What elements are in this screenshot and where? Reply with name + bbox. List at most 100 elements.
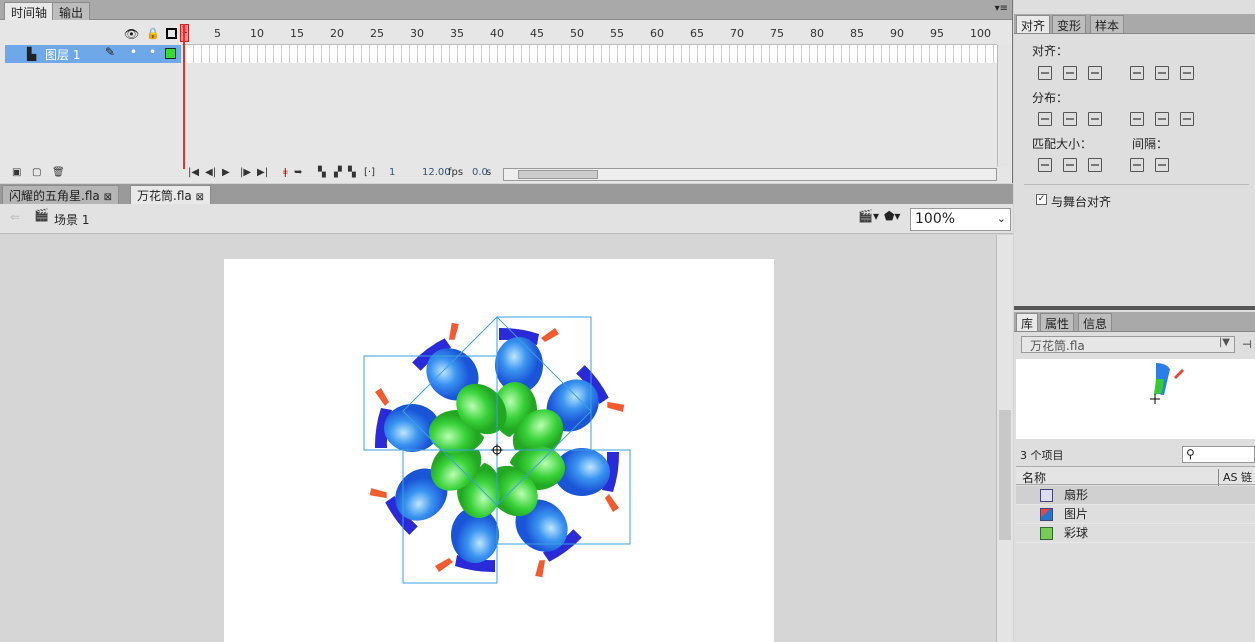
ruler-tick: 30 bbox=[410, 27, 424, 40]
tab-timeline[interactable]: 时间轴 bbox=[4, 2, 55, 20]
ruler-tick: 15 bbox=[290, 27, 304, 40]
tab-info[interactable]: 信息 bbox=[1078, 313, 1113, 331]
timeline-hscroll[interactable] bbox=[503, 168, 997, 181]
panel-divider[interactable] bbox=[1014, 306, 1255, 310]
library-header: 名称 AS 链接 bbox=[1016, 466, 1255, 501]
onion-outline-icon[interactable]: ▞ bbox=[334, 167, 342, 178]
doc-tab-label: 万花筒.fla bbox=[137, 189, 192, 203]
outline-icon[interactable] bbox=[166, 28, 177, 39]
tab-properties[interactable]: 属性 bbox=[1040, 313, 1075, 331]
timeline-vscroll[interactable] bbox=[997, 45, 1012, 167]
tab-library[interactable]: 库 bbox=[1016, 313, 1039, 331]
chevron-down-icon: |▼ bbox=[1218, 337, 1230, 348]
align-bottom-icon[interactable] bbox=[1180, 66, 1194, 80]
prev-frame-icon[interactable]: ◀| bbox=[205, 167, 216, 178]
frame-grid[interactable] bbox=[186, 45, 997, 63]
distribute-left-icon[interactable] bbox=[1130, 112, 1144, 126]
loop-icon[interactable]: ➥ bbox=[294, 167, 302, 178]
new-layer-icon[interactable]: ▣ bbox=[12, 167, 21, 178]
edit-scene-icon[interactable]: 🎬▾ bbox=[858, 209, 879, 223]
column-name[interactable]: 名称 bbox=[1022, 469, 1046, 486]
layer-color-box[interactable] bbox=[165, 48, 176, 59]
edit-multiple-icon[interactable]: ▚ bbox=[348, 167, 356, 178]
edit-symbols-icon[interactable]: ⬟▾ bbox=[884, 209, 900, 223]
align-vcenter-icon[interactable] bbox=[1155, 66, 1169, 80]
tab-align[interactable]: 对齐 bbox=[1016, 15, 1051, 33]
play-icon[interactable]: ▶ bbox=[222, 167, 230, 178]
ruler-tick: 50 bbox=[570, 27, 584, 40]
current-frame[interactable]: 1 bbox=[389, 167, 395, 178]
scene-icon: 🎬 bbox=[34, 208, 49, 222]
library-document: 万花筒.fla bbox=[1030, 339, 1085, 353]
divider bbox=[1024, 184, 1249, 185]
ruler-tick: 70 bbox=[730, 27, 744, 40]
stage-vscroll[interactable] bbox=[996, 235, 1013, 642]
ruler-tick: 75 bbox=[770, 27, 784, 40]
layer-row[interactable]: ▙ 图层 1 ✎ • • bbox=[5, 45, 181, 63]
distribute-bottom-icon[interactable] bbox=[1088, 112, 1102, 126]
library-search-input[interactable]: ⚲ bbox=[1182, 446, 1255, 463]
visible-dot[interactable]: • bbox=[130, 45, 137, 59]
graphic-icon bbox=[1040, 489, 1053, 502]
back-arrow-icon[interactable]: ⇐ bbox=[10, 210, 20, 224]
library-item[interactable]: 扇形 bbox=[1016, 486, 1255, 505]
delete-icon[interactable]: 🗑 bbox=[52, 167, 65, 178]
next-frame-icon[interactable]: |▶ bbox=[240, 167, 251, 178]
lock-icon[interactable]: 🔒 bbox=[146, 27, 160, 40]
fps-value[interactable]: 12.00 bbox=[422, 167, 451, 178]
match-width-icon[interactable] bbox=[1038, 158, 1052, 172]
vscroll-thumb[interactable] bbox=[999, 410, 1011, 540]
zoom-select[interactable]: 100% ⌄ bbox=[910, 208, 1011, 231]
space-vertical-icon[interactable] bbox=[1130, 158, 1144, 172]
pencil-icon: ✎ bbox=[105, 45, 116, 59]
chevron-down-icon: ⌄ bbox=[996, 212, 1006, 225]
library-item[interactable]: 彩球 bbox=[1016, 524, 1255, 543]
distribute-top-icon[interactable] bbox=[1038, 112, 1052, 126]
library-item[interactable]: 图片 bbox=[1016, 505, 1255, 524]
close-icon[interactable]: ⊠ bbox=[196, 192, 204, 203]
align-tabbar: 对齐 变形 样本 bbox=[1014, 14, 1255, 34]
panel-menu-icon[interactable]: ▾≡ bbox=[995, 3, 1008, 14]
tab-transform[interactable]: 变形 bbox=[1052, 15, 1087, 33]
doc-tab-kaleidoscope[interactable]: 万花筒.fla ⊠ bbox=[130, 185, 211, 204]
zoom-value: 100% bbox=[915, 211, 956, 227]
align-right-icon[interactable] bbox=[1088, 66, 1102, 80]
distribute-buttons bbox=[1038, 112, 1205, 129]
distribute-vcenter-icon[interactable] bbox=[1063, 112, 1077, 126]
timeline-tabbar: 时间轴 输出 ▾≡ bbox=[0, 0, 1012, 20]
movieclip-icon bbox=[1040, 527, 1053, 540]
distribute-right-icon[interactable] bbox=[1180, 112, 1194, 126]
center-frame-icon[interactable]: ǂ bbox=[283, 167, 288, 178]
doc-tab-star[interactable]: 闪耀的五角星.fla ⊠ bbox=[2, 185, 119, 204]
match-both-icon[interactable] bbox=[1088, 158, 1102, 172]
layer-name[interactable]: 图层 1 bbox=[45, 46, 80, 63]
align-left-icon[interactable] bbox=[1038, 66, 1052, 80]
ruler-tick: 45 bbox=[530, 27, 544, 40]
ruler-tick: 60 bbox=[650, 27, 664, 40]
new-folder-icon[interactable]: ▢ bbox=[32, 167, 41, 178]
modify-markers-icon[interactable]: [·] bbox=[364, 167, 375, 178]
fps-unit: fps bbox=[448, 167, 464, 178]
tab-output[interactable]: 输出 bbox=[52, 2, 91, 20]
frame-ruler[interactable]: 5 10 15 20 25 30 35 40 45 50 55 60 65 70 75 80 85 90 95 100 bbox=[182, 24, 997, 45]
onion-skin-icon[interactable]: ▚ bbox=[318, 167, 326, 178]
eye-icon[interactable]: 👁 bbox=[124, 27, 139, 41]
first-frame-icon[interactable]: |◀ bbox=[188, 167, 199, 178]
scene-name[interactable]: 场景 1 bbox=[54, 211, 89, 228]
library-document-select[interactable]: 万花筒.fla |▼ bbox=[1021, 336, 1235, 353]
tab-swatches[interactable]: 样本 bbox=[1090, 15, 1125, 33]
last-frame-icon[interactable]: ▶| bbox=[257, 167, 268, 178]
close-icon[interactable]: ⊠ bbox=[104, 192, 112, 203]
library-list: 扇形 图片 彩球 bbox=[1016, 486, 1255, 543]
space-horizontal-icon[interactable] bbox=[1155, 158, 1169, 172]
align-top-icon[interactable] bbox=[1130, 66, 1144, 80]
kaleidoscope-artwork[interactable] bbox=[330, 285, 665, 615]
hscroll-thumb[interactable] bbox=[518, 170, 598, 179]
lock-dot[interactable]: • bbox=[149, 45, 156, 59]
align-hcenter-icon[interactable] bbox=[1063, 66, 1077, 80]
align-label: 对齐： bbox=[1032, 44, 1069, 58]
stage-align-checkbox[interactable]: ✓ bbox=[1036, 194, 1047, 205]
match-height-icon[interactable] bbox=[1063, 158, 1077, 172]
distribute-hcenter-icon[interactable] bbox=[1155, 112, 1169, 126]
pin-icon[interactable]: ⊣ bbox=[1242, 338, 1252, 351]
